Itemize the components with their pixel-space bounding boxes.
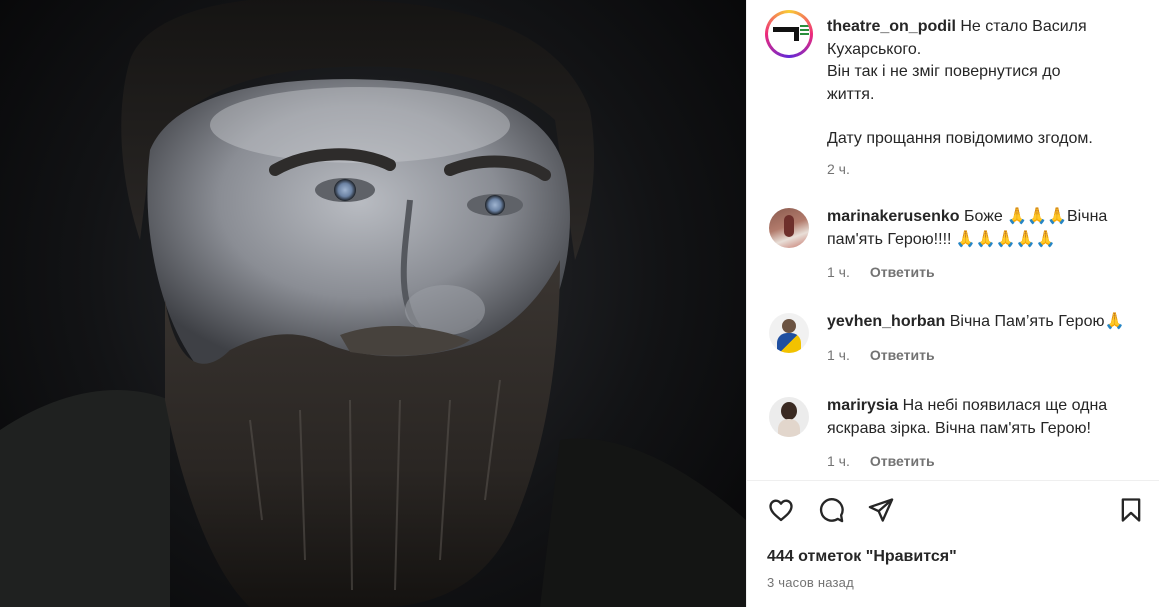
comment: marinakerusenko Боже 🙏🙏🙏Вічна пам'ять Ге… xyxy=(765,206,1150,284)
comment-time[interactable]: 1 ч. xyxy=(827,450,850,473)
caption-line: Не стало Василя xyxy=(960,18,1087,35)
likes-count[interactable]: 444 отметок "Нравится" xyxy=(767,548,957,566)
avatar[interactable] xyxy=(769,397,809,437)
caption-line: Він так і не зміг повернутися до xyxy=(827,63,1061,80)
comment-username[interactable]: marirysia xyxy=(827,397,898,414)
divider xyxy=(747,480,1159,481)
action-bar xyxy=(767,496,1152,526)
comment-icon[interactable] xyxy=(817,496,847,526)
share-icon[interactable] xyxy=(867,496,897,526)
author-username[interactable]: theatre_on_podil xyxy=(827,18,956,35)
comment-time[interactable]: 1 ч. xyxy=(827,261,850,284)
reply-button[interactable]: Ответить xyxy=(870,261,935,284)
post-modal: theatre_on_podil Не стало Василя Кухарсь… xyxy=(0,0,1159,607)
comment-username[interactable]: yevhen_horban xyxy=(827,313,945,330)
reply-button[interactable]: Ответить xyxy=(870,344,935,367)
comment-time[interactable]: 1 ч. xyxy=(827,344,850,367)
reply-button[interactable]: Ответить xyxy=(870,450,935,473)
post-caption: theatre_on_podil Не стало Василя Кухарсь… xyxy=(765,10,1150,180)
comment-username[interactable]: marinakerusenko xyxy=(827,208,960,225)
avatar[interactable] xyxy=(769,313,809,353)
comment-text: пам'ять Герою!!!! 🙏🙏🙏🙏🙏 xyxy=(827,230,1056,248)
post-photo xyxy=(0,0,746,607)
bookmark-icon[interactable] xyxy=(1117,496,1147,526)
comment: yevhen_horban Вічна Пам’ять Герою🙏 1 ч. … xyxy=(765,311,1150,366)
comment: marirysia На небі появилася ще одна яскр… xyxy=(765,395,1150,473)
comments-panel: theatre_on_podil Не стало Василя Кухарсь… xyxy=(746,0,1159,607)
post-time[interactable]: 2 ч. xyxy=(827,158,1147,181)
caption-line: Дату прощання повідомимо згодом. xyxy=(827,130,1093,147)
author-avatar[interactable] xyxy=(765,10,813,58)
comment-text: На небі появилася ще одна xyxy=(902,397,1108,414)
comment-text: яскрава зірка. Вічна пам'ять Герою! xyxy=(827,419,1091,437)
theatre-logo-icon xyxy=(768,13,810,55)
posted-ago[interactable]: 3 часов назад xyxy=(767,575,854,590)
avatar[interactable] xyxy=(769,208,809,248)
caption-line: Кухарського. xyxy=(827,40,922,58)
heart-icon[interactable] xyxy=(767,496,797,526)
comment-text: Вічна Пам’ять Герою🙏 xyxy=(949,313,1125,330)
comment-text: Боже 🙏🙏🙏Вічна xyxy=(963,208,1108,225)
caption-line: життя. xyxy=(827,85,875,103)
portrait-illustration xyxy=(0,0,746,607)
